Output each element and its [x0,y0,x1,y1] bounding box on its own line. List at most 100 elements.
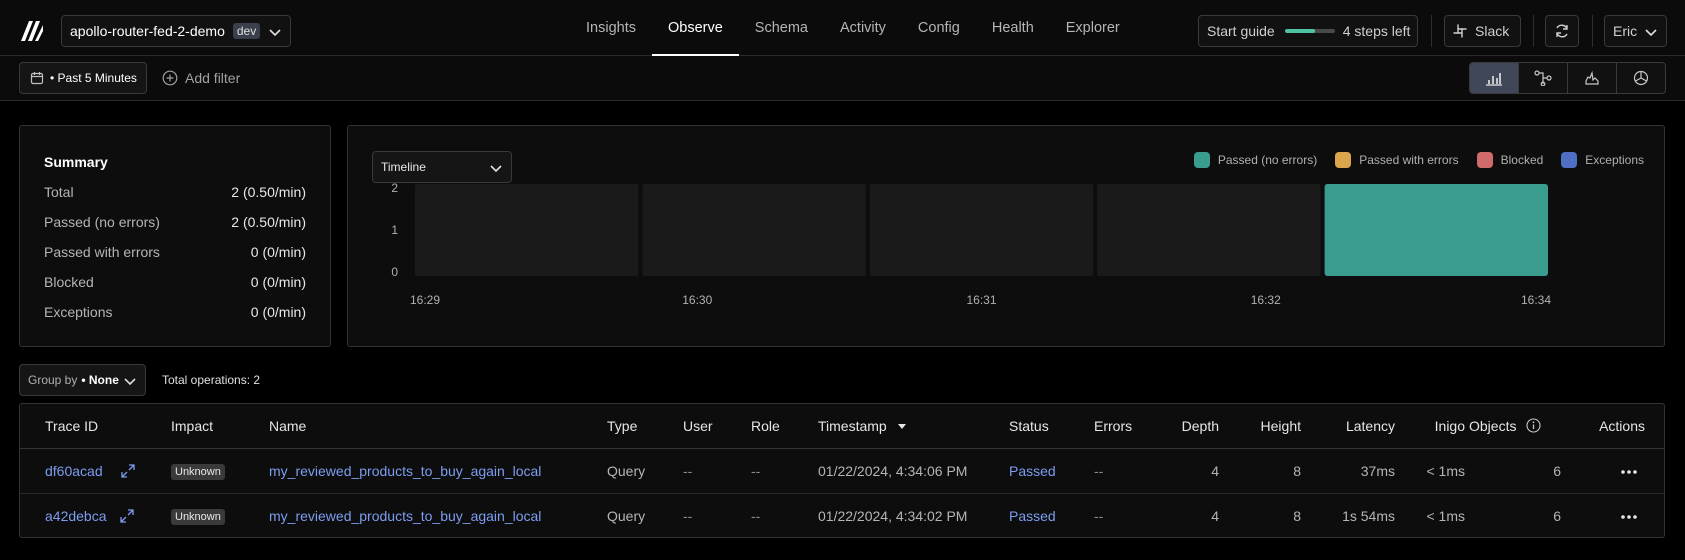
col-trace-id[interactable]: Trace ID [45,404,98,449]
height-cell: 8 [1293,463,1301,479]
impact-cell: Unknown [171,449,225,494]
col-objects[interactable]: Objects [1469,404,1541,449]
legend-label: Passed with errors [1359,153,1459,167]
chevron-down-icon [124,378,136,386]
view-bar-chart-button[interactable] [1470,63,1519,93]
legend-item[interactable]: Passed with errors [1335,152,1459,168]
legend-item[interactable]: Blocked [1476,152,1544,168]
slack-icon [1453,24,1467,38]
summary-value: 2 (0.50/min) [231,214,306,230]
summary-label: Passed (no errors) [44,214,160,230]
slack-label: Slack [1475,23,1510,39]
table-header: Trace ID Impact Name Type User Role Time… [20,404,1664,449]
time-range-button[interactable]: • Past 5 Minutes [19,62,147,94]
tab-config[interactable]: Config [902,0,976,56]
tab-insights[interactable]: Insights [570,0,652,56]
tab-schema[interactable]: Schema [739,0,824,56]
summary-value: 0 (0/min) [250,304,306,320]
legend-label: Passed (no errors) [1217,153,1318,167]
col-user[interactable]: User [683,404,713,449]
expand-icon[interactable] [120,464,135,478]
user-menu-button[interactable]: Eric [1604,15,1667,47]
group-by-value: • None [81,373,119,387]
view-pie-chart-button[interactable] [1617,63,1665,93]
operation-name-link[interactable]: my_reviewed_products_to_buy_again_local [269,494,541,539]
pie-chart-icon [1633,70,1649,86]
chart-slot-bg [1097,184,1321,276]
status-cell: Passed [1009,463,1056,479]
more-horizontal-icon [1621,515,1637,520]
summary-row: Passed with errors 0 (0/min) [44,237,306,267]
x-tick-label: 16:32 [1251,293,1281,307]
table-row[interactable]: df60acad Unknown my_reviewed_products_to… [20,449,1664,494]
steps-left-label: 4 steps left [1342,23,1411,39]
col-type[interactable]: Type [607,404,637,449]
legend-label: Blocked [1500,153,1544,167]
tab-activity[interactable]: Activity [824,0,902,56]
inigo-cell: < 1ms [1426,463,1465,479]
col-role[interactable]: Role [751,404,780,449]
legend-label: Exceptions [1585,153,1644,167]
bar-chart-icon [1486,73,1502,86]
col-status[interactable]: Status [1009,404,1049,449]
graph-name: apollo-router-fed-2-demo [70,23,225,39]
trace-id-link[interactable]: df60acad [45,449,135,494]
col-height[interactable]: Height [1240,404,1301,449]
start-guide-button[interactable]: Start guide 4 steps left [1198,15,1418,47]
timestamp-cell: 01/22/2024, 4:34:02 PM [818,508,968,524]
guide-progress-fill [1284,29,1315,33]
legend-item[interactable]: Passed (no errors) [1193,152,1318,168]
tab-health[interactable]: Health [976,0,1050,56]
variant-badge: dev [232,23,261,39]
col-impact[interactable]: Impact [171,404,213,449]
info-icon[interactable] [1526,418,1541,433]
total-operations: Total operations: 2 [162,373,261,387]
col-inigo[interactable]: Inigo [1400,404,1465,449]
tab-explorer[interactable]: Explorer [1050,0,1136,56]
expand-icon[interactable] [120,509,135,523]
refresh-icon [1556,24,1568,38]
type-cell: Query [607,508,646,524]
col-actions: Actions [1599,418,1645,434]
timeline-card: 2 1 0 16:29 16:30 16:31 16:32 16:34 Timeline Pa… [347,125,1665,347]
table-row[interactable]: a42debca Unknown my_reviewed_products_to… [20,494,1664,539]
add-filter-button[interactable]: Add filter [162,62,240,94]
latency-cell: 1s 54ms [1342,508,1395,524]
refresh-button[interactable] [1545,15,1579,47]
legend-swatch [1193,152,1210,168]
col-errors[interactable]: Errors [1094,404,1132,449]
inigo-logo-icon[interactable] [19,19,45,43]
calendar-icon [30,72,44,85]
operation-name-link[interactable]: my_reviewed_products_to_buy_again_local [269,449,541,494]
timeline-selector[interactable]: Timeline [372,151,512,183]
col-timestamp[interactable]: Timestamp [818,404,907,449]
trace-id-link[interactable]: a42debca [45,494,135,539]
add-filter-label: Add filter [185,70,241,86]
summary-label: Total [44,184,74,200]
group-by-selector[interactable]: Group by • None [19,364,146,396]
summary-row: Blocked 0 (0/min) [44,267,306,297]
view-graph-button[interactable] [1519,63,1568,93]
legend-item[interactable]: Exceptions [1561,152,1644,168]
summary-row: Exceptions 0 (0/min) [44,297,306,327]
col-depth[interactable]: Depth [1130,404,1219,449]
summary-value: 0 (0/min) [250,274,306,290]
graph-icon [1534,70,1552,86]
y-tick-label: 2 [391,181,398,195]
graph-selector[interactable]: apollo-router-fed-2-demo dev [61,15,291,47]
view-flame-button[interactable] [1568,63,1617,93]
col-name[interactable]: Name [269,404,306,449]
depth-cell: 4 [1211,463,1219,479]
row-actions-button[interactable] [1620,494,1638,539]
objects-cell: 6 [1553,508,1561,524]
group-by-label: Group by [28,373,78,387]
row-actions-button[interactable] [1620,449,1638,494]
tab-observe[interactable]: Observe [651,0,739,56]
chevron-down-icon [1645,29,1657,37]
impact-cell: Unknown [171,494,225,539]
slack-button[interactable]: Slack [1444,15,1521,47]
col-latency[interactable]: Latency [1300,404,1395,449]
impact-badge: Unknown [171,509,225,526]
summary-title: Summary [44,154,108,170]
height-cell: 8 [1293,508,1301,524]
